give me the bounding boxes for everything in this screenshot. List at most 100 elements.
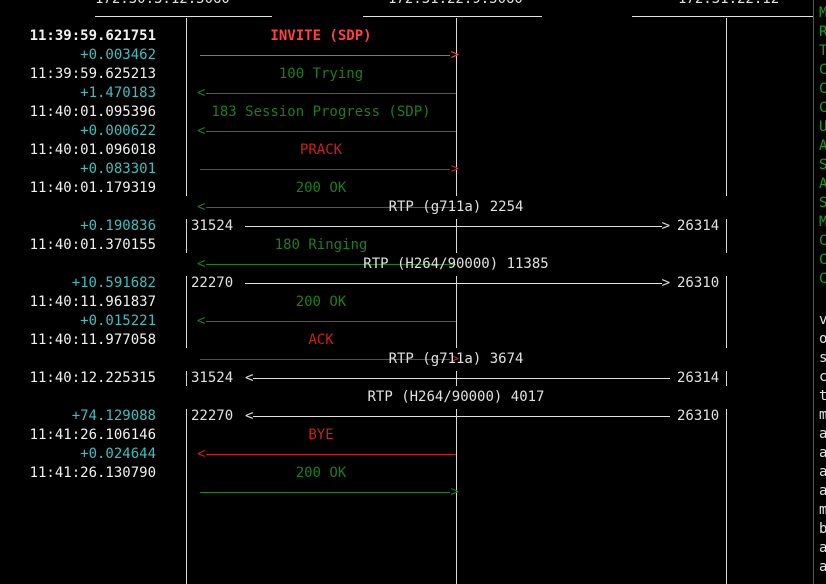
delta-time: +0.015221 <box>80 313 156 329</box>
header-col3: 172.31.22.12 <box>678 0 779 9</box>
timestamp: 11:39:59.625213 <box>29 66 156 82</box>
side-panel-line: U <box>819 119 826 135</box>
arrow-shaft <box>200 492 450 493</box>
lane-line-3 <box>726 219 727 253</box>
timestamp: 11:40:01.096018 <box>29 142 156 158</box>
arrow-left-icon: < <box>197 313 206 329</box>
side-panel-line: M <box>819 214 826 230</box>
rtp-stream-label[interactable]: RTP (g711a) 3674 <box>186 350 726 369</box>
arrow-left-icon: < <box>245 370 254 386</box>
arrow-left-icon: < <box>197 85 206 101</box>
sip-message-arrow[interactable]: < <box>197 84 456 103</box>
sip-message-arrow[interactable]: > <box>200 46 459 65</box>
rtp-stream-arrow[interactable]: < <box>245 407 670 426</box>
sip-message-label[interactable]: 200 OK <box>200 293 442 312</box>
sip-message-label[interactable]: 183 Session Progress (SDP) <box>200 103 442 122</box>
arrow-right-icon: > <box>661 275 670 291</box>
sip-message-arrow[interactable]: < <box>197 312 456 331</box>
side-panel-line: S <box>819 157 826 173</box>
side-panel-line: R <box>819 24 826 40</box>
lane-line-1 <box>186 219 187 253</box>
side-panel-line: a <box>819 464 826 480</box>
timestamp: 11:40:01.095396 <box>29 104 156 120</box>
arrow-right-icon: > <box>450 161 459 177</box>
sip-message-label[interactable]: 200 OK <box>200 464 442 483</box>
rtp-left-port: 22270 <box>191 408 234 424</box>
side-panel-line: M <box>819 5 826 21</box>
side-panel-line: m <box>819 407 826 423</box>
header-underline-1 <box>95 16 272 17</box>
header-underline-3 <box>632 16 813 17</box>
sip-message-label[interactable]: 200 OK <box>200 179 442 198</box>
arrow-left-icon: < <box>197 446 206 462</box>
delta-time: +0.003462 <box>80 47 156 63</box>
side-panel-line: C <box>819 81 826 97</box>
side-panel-line: A <box>819 138 826 154</box>
side-panel-line: S <box>819 195 826 211</box>
arrow-shaft <box>200 55 450 56</box>
arrow-shaft <box>245 283 662 284</box>
rtp-stream-arrow[interactable]: > <box>245 274 670 293</box>
arrow-shaft <box>206 454 456 455</box>
arrow-right-icon: > <box>450 47 459 63</box>
delta-time: +0.190836 <box>80 218 156 234</box>
side-panel-line: b <box>819 521 826 537</box>
sip-message-arrow[interactable]: > <box>200 160 459 179</box>
header-col2: 172.31.22.9:5060 <box>388 0 523 9</box>
sip-message-label[interactable]: PRACK <box>200 141 442 160</box>
sip-message-label[interactable]: 180 Ringing <box>200 236 442 255</box>
header-underline-2 <box>363 16 542 17</box>
arrow-left-icon: < <box>197 123 206 139</box>
sip-message-arrow[interactable]: > <box>200 483 459 502</box>
side-panel-line: C <box>819 271 826 287</box>
timestamp: 11:41:26.106146 <box>29 427 156 443</box>
delta-time: +1.470183 <box>80 85 156 101</box>
arrow-shaft <box>245 226 662 227</box>
arrow-shaft <box>206 131 456 132</box>
rtp-stream-label[interactable]: RTP (H264/90000) 4017 <box>186 388 726 407</box>
rtp-left-port: 31524 <box>191 218 234 234</box>
side-panel-line: A <box>819 176 826 192</box>
delta-time: +0.083301 <box>80 161 156 177</box>
delta-time: +0.000622 <box>80 123 156 139</box>
side-panel-line: a <box>819 426 826 442</box>
arrow-shaft <box>206 321 456 322</box>
rtp-right-port: 26314 <box>677 370 720 386</box>
arrow-shaft <box>253 416 670 417</box>
lane-line-3 <box>726 371 727 386</box>
arrow-right-icon: > <box>661 218 670 234</box>
sip-message-label[interactable]: BYE <box>200 426 442 445</box>
sip-message-arrow[interactable]: < <box>197 445 456 464</box>
rtp-stream-arrow[interactable]: < <box>245 369 670 388</box>
timestamp: 11:40:11.961837 <box>29 294 156 310</box>
delta-time: +74.129088 <box>71 408 156 424</box>
timestamp: 11:40:12.225315 <box>29 370 156 386</box>
lane-line-3 <box>726 276 727 348</box>
side-panel-line: v <box>819 312 826 328</box>
sip-message-arrow[interactable]: < <box>197 122 456 141</box>
rtp-right-port: 26314 <box>677 218 720 234</box>
lane-line-3 <box>726 18 727 196</box>
arrow-shaft <box>253 378 670 379</box>
side-panel-line: a <box>819 540 826 556</box>
rtp-left-port: 22270 <box>191 275 234 291</box>
timestamp: 11:40:11.977058 <box>29 332 156 348</box>
arrow-shaft <box>206 93 456 94</box>
rtp-stream-label[interactable]: RTP (H264/90000) 11385 <box>186 255 726 274</box>
side-panel-line: a <box>819 559 826 575</box>
side-panel-line: C <box>819 62 826 78</box>
side-panel[interactable]: MRTCCCUASASMCCCvosctmaaaambaa <box>813 0 826 584</box>
rtp-stream-label[interactable]: RTP (g711a) 2254 <box>186 198 726 217</box>
side-panel-line: C <box>819 252 826 268</box>
timestamp: 11:40:01.179319 <box>29 180 156 196</box>
sip-message-label[interactable]: ACK <box>200 331 442 350</box>
sip-message-label[interactable]: 100 Trying <box>200 65 442 84</box>
sip-message-label[interactable]: INVITE (SDP) <box>200 27 442 46</box>
rtp-right-port: 26310 <box>677 408 720 424</box>
rtp-stream-arrow[interactable]: > <box>245 217 670 236</box>
delta-time: +0.024644 <box>80 446 156 462</box>
lane-line-1 <box>186 18 187 196</box>
side-panel-line: a <box>819 483 826 499</box>
lane-line-3 <box>726 409 727 584</box>
timestamp: 11:41:26.130790 <box>29 465 156 481</box>
